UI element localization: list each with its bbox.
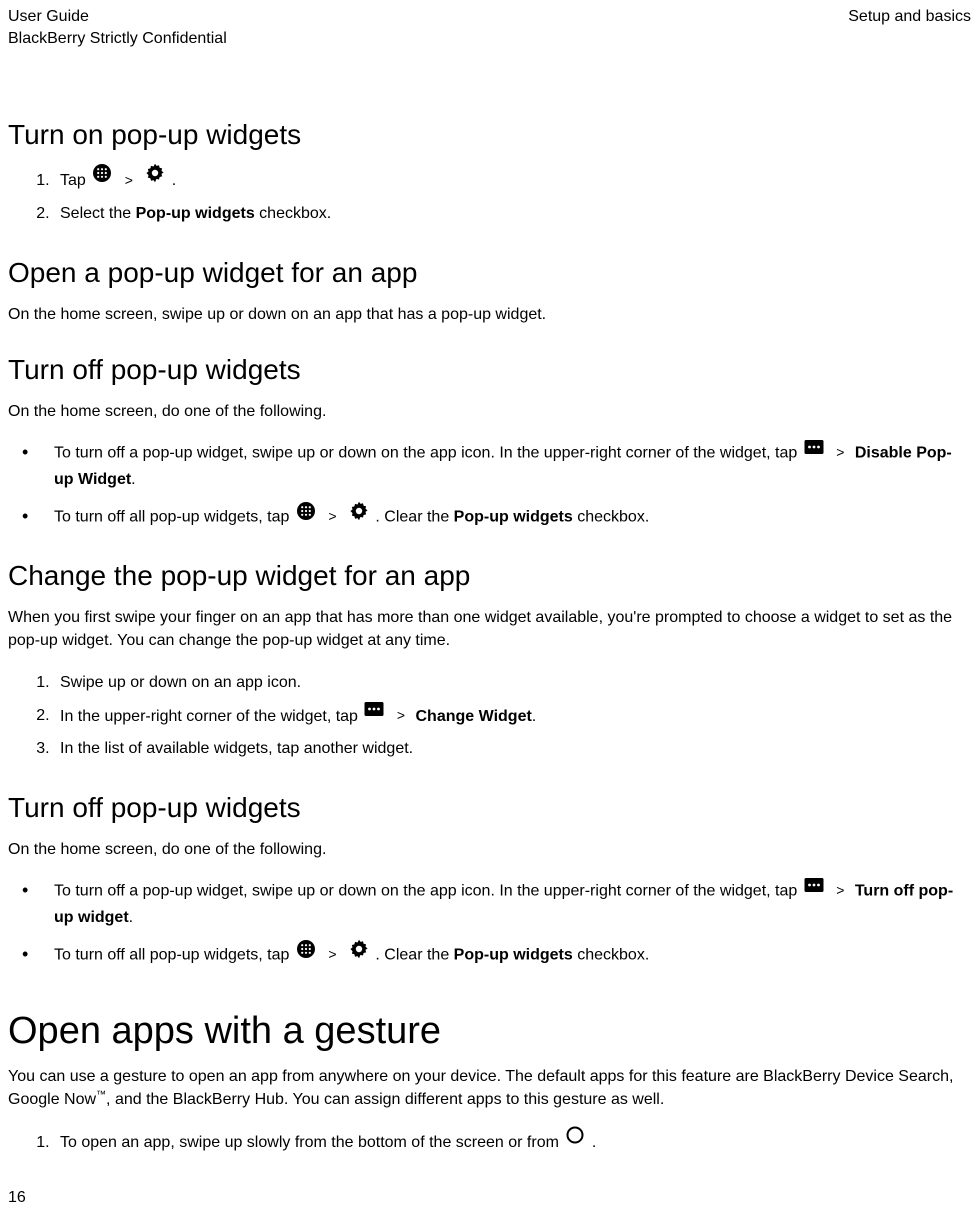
list-item: To turn off all pop-up widgets, tap > . … [8, 941, 971, 970]
section-turn-off-popup-intro-1: On the home screen, do one of the follow… [8, 400, 971, 423]
section-open-popup-title: Open a pop-up widget for an app [8, 257, 971, 289]
more-icon [364, 699, 384, 730]
step-bold: Pop-up widgets [136, 205, 255, 222]
item-bold: Pop-up widgets [454, 509, 573, 526]
page-number: 16 [8, 1189, 26, 1207]
item-text: checkbox. [573, 947, 649, 964]
step-text: Select the [60, 205, 136, 222]
step-2: In the upper-right corner of the widget,… [54, 701, 971, 732]
gear-icon [349, 501, 369, 530]
gear-icon [349, 939, 369, 968]
header-subtitle: BlackBerry Strictly Confidential [8, 28, 227, 50]
change-popup-steps: Swipe up or down on an app icon. In the … [54, 668, 971, 764]
turn-off-popup-list-1: To turn off a pop-up widget, swipe up or… [8, 439, 971, 531]
gear-icon [145, 163, 165, 194]
section-turn-off-popup-intro-2: On the home screen, do one of the follow… [8, 838, 971, 861]
list-item: To turn off a pop-up widget, swipe up or… [8, 439, 971, 493]
list-item: To turn off a pop-up widget, swipe up or… [8, 877, 971, 931]
section-turn-on-popup-title: Turn on pop-up widgets [8, 119, 971, 151]
list-item: To turn off all pop-up widgets, tap > . … [8, 503, 971, 532]
item-text: To turn off all pop-up widgets, tap [54, 947, 294, 964]
item-text: To turn off all pop-up widgets, tap [54, 509, 294, 526]
step-text: To open an app, swipe up slowly from the… [60, 1134, 563, 1151]
step-2: Select the Pop-up widgets checkbox. [54, 199, 971, 229]
section-open-apps-gesture-intro: You can use a gesture to open an app fro… [8, 1065, 971, 1111]
breadcrumb-separator: > [328, 506, 336, 528]
step-3: In the list of available widgets, tap an… [54, 734, 971, 764]
more-icon [804, 875, 824, 904]
circle-icon [565, 1125, 585, 1156]
open-apps-gesture-steps: To open an app, swipe up slowly from the… [54, 1127, 971, 1158]
trademark-symbol: ™ [96, 1090, 106, 1101]
item-text: To turn off a pop-up widget, swipe up or… [54, 445, 802, 462]
apps-icon [296, 939, 316, 968]
item-text: . Clear the [375, 947, 453, 964]
item-text: To turn off a pop-up widget, swipe up or… [54, 883, 802, 900]
apps-icon [92, 163, 112, 194]
section-turn-off-popup-title-2: Turn off pop-up widgets [8, 792, 971, 824]
step-bold: Change Widget [416, 707, 532, 724]
step-1: To open an app, swipe up slowly from the… [54, 1127, 971, 1158]
breadcrumb-separator: > [125, 167, 133, 194]
turn-off-popup-list-2: To turn off a pop-up widget, swipe up or… [8, 877, 971, 969]
section-change-popup-intro: When you first swipe your finger on an a… [8, 606, 971, 652]
section-change-popup-title: Change the pop-up widget for an app [8, 560, 971, 592]
step-text: Tap [60, 172, 90, 189]
step-text: In the upper-right corner of the widget,… [60, 707, 362, 724]
more-icon [804, 437, 824, 466]
turn-on-popup-steps: Tap > . Select the Pop-up widgets checkb… [54, 165, 971, 229]
header-section: Setup and basics [848, 6, 971, 28]
header-title: User Guide [8, 6, 227, 28]
page-header: User Guide BlackBerry Strictly Confident… [8, 6, 971, 49]
intro-text: , and the BlackBerry Hub. You can assign… [106, 1091, 664, 1108]
step-1: Tap > . [54, 165, 971, 196]
breadcrumb-separator: > [328, 944, 336, 966]
step-1: Swipe up or down on an app icon. [54, 668, 971, 698]
breadcrumb-separator: > [836, 442, 844, 464]
step-text: . [172, 172, 176, 189]
breadcrumb-separator: > [397, 702, 405, 729]
section-turn-off-popup-title-1: Turn off pop-up widgets [8, 354, 971, 386]
item-text: checkbox. [573, 509, 649, 526]
item-text: . Clear the [375, 509, 453, 526]
item-text: . [131, 471, 135, 488]
section-open-apps-gesture-title: Open apps with a gesture [8, 1010, 971, 1053]
step-text: . [532, 707, 536, 724]
step-text: checkbox. [255, 205, 331, 222]
step-text: . [592, 1134, 596, 1151]
apps-icon [296, 501, 316, 530]
item-text: . [129, 909, 133, 926]
item-bold: Pop-up widgets [454, 947, 573, 964]
breadcrumb-separator: > [836, 880, 844, 902]
section-open-popup-body: On the home screen, swipe up or down on … [8, 303, 971, 326]
